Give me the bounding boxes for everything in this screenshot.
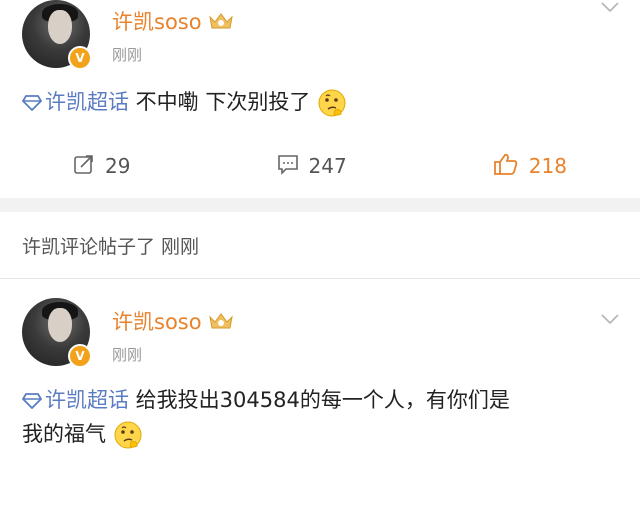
- author-name-text[interactable]: 许凯soso: [112, 306, 202, 336]
- comment-notice: 许凯评论帖子了 刚刚: [22, 236, 200, 258]
- thumbs-up-icon: [493, 152, 519, 181]
- thinking-face-emoji: [113, 420, 143, 450]
- avatar[interactable]: V: [22, 298, 92, 368]
- like-count: 218: [528, 154, 567, 178]
- post-content: 许凯超话 给我投出304584的每一个人，有你们是 我的福气: [21, 384, 624, 450]
- topic-label[interactable]: 许凯超话: [45, 90, 129, 114]
- post-time: 刚刚: [112, 46, 143, 64]
- post-content: 许凯超话 不中嘞 下次别投了: [21, 86, 624, 120]
- divider: [0, 278, 640, 279]
- like-button[interactable]: 218: [493, 152, 567, 181]
- author-name[interactable]: 许凯soso: [112, 306, 234, 336]
- topic-link[interactable]: 许凯超话: [21, 90, 129, 114]
- post-card: V 许凯soso 刚刚 许凯超话 给我投出304584的每一个人，有你们是 我的…: [0, 296, 640, 526]
- diamond-icon: [21, 88, 43, 120]
- section-divider: [0, 198, 640, 212]
- author-name-text[interactable]: 许凯soso: [112, 6, 202, 36]
- thinking-face-emoji: [317, 88, 347, 118]
- topic-link[interactable]: 许凯超话: [21, 388, 129, 412]
- crown-badge-icon: [208, 11, 234, 31]
- author-name[interactable]: 许凯soso: [112, 6, 234, 36]
- post-text-continued: 我的福气: [22, 422, 106, 446]
- comment-button[interactable]: 247: [277, 153, 347, 180]
- post-time: 刚刚: [112, 346, 143, 364]
- diamond-icon: [21, 386, 43, 418]
- repost-count: 29: [105, 154, 131, 178]
- post-text: 给我投出304584的每一个人，有你们是: [129, 388, 510, 412]
- verified-badge-icon: V: [68, 46, 92, 70]
- avatar[interactable]: V: [22, 0, 92, 70]
- post-text: 不中嘞 下次别投了: [129, 90, 311, 114]
- topic-label[interactable]: 许凯超话: [45, 388, 129, 412]
- comment-count: 247: [308, 154, 347, 178]
- chevron-down-icon[interactable]: [600, 0, 620, 13]
- verified-badge-icon: V: [68, 344, 92, 368]
- repost-button[interactable]: 29: [73, 153, 130, 180]
- repost-icon: [73, 153, 95, 180]
- crown-badge-icon: [208, 311, 234, 331]
- chevron-down-icon[interactable]: [600, 310, 620, 325]
- comment-icon: [277, 153, 299, 180]
- post-card: V 许凯soso 刚刚 许凯超话 不中嘞 下次别投了 29 247 218: [0, 0, 640, 198]
- action-bar: 29 247 218: [0, 148, 640, 184]
